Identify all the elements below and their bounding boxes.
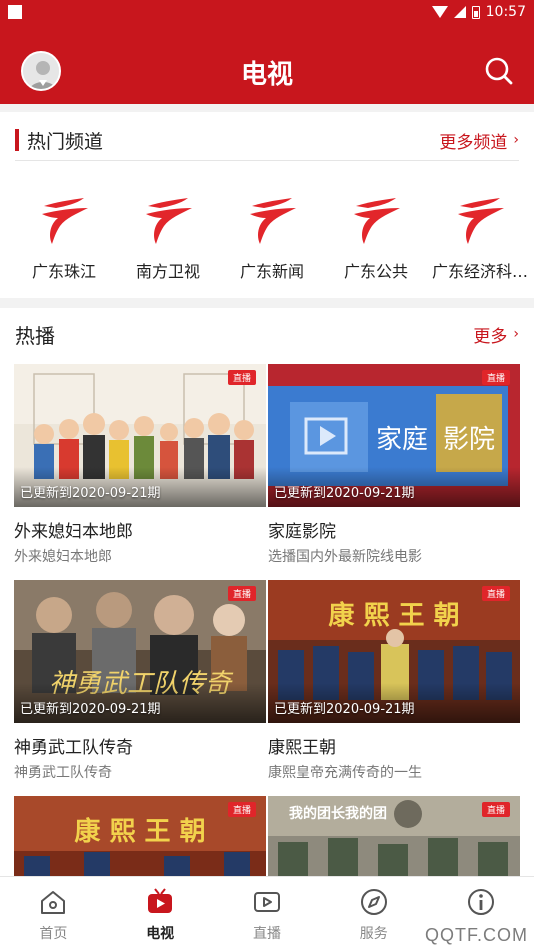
channel-name: 广东珠江 (31, 262, 96, 281)
gdtv-logo-icon (146, 198, 192, 244)
live-badge: 直播 (481, 586, 510, 601)
program-thumbnail[interactable]: 康 熙 王 朝 直播 已更新到2020-09-21期 (268, 580, 520, 723)
app-screen: 10:57 电视 热门频道 更多频道 › 广东珠江 南方卫视 广东新闻 广东公共… (0, 0, 534, 950)
divider (15, 160, 519, 161)
update-label: 已更新到2020-09-21期 (274, 486, 415, 501)
search-icon (485, 57, 513, 85)
program-thumbnail[interactable]: 直播 已更新到2020-09-21期 (14, 364, 266, 507)
program-title: 康熙王朝 (268, 738, 336, 758)
program-card[interactable]: 家庭 影院 直播 已更新到2020-09-21期 家庭影院 选播国内外最新院线电… (268, 364, 520, 566)
update-label: 已更新到2020-09-21期 (20, 486, 161, 501)
more-broadcasts-label: 更多 (473, 326, 508, 347)
nav-label: 电视 (146, 926, 175, 942)
nav-service[interactable]: 服务 (320, 877, 427, 950)
live-badge: 直播 (481, 802, 510, 817)
more-channels-label: 更多频道 (439, 132, 508, 153)
program-title: 家庭影院 (268, 522, 336, 542)
chevron-right-icon: › (513, 326, 519, 342)
program-card[interactable]: 神勇武工队传奇 直播 已更新到2020-09-21期 神勇武工队传奇 神勇武工队… (14, 580, 266, 782)
channel-item[interactable]: 广东新闻 (220, 192, 324, 282)
channel-name: 广东新闻 (239, 262, 304, 281)
channel-item[interactable]: 南方卫视 (116, 192, 220, 282)
tv-icon (148, 888, 173, 913)
hot-broadcasts-header: 热播 更多 › (15, 312, 519, 356)
section-marker (15, 129, 19, 151)
nav-home[interactable]: 首页 (0, 877, 107, 950)
program-subtitle: 选播国内外最新院线电影 (268, 549, 422, 565)
status-time: 10:57 (485, 4, 526, 20)
section-title: 热播 (15, 323, 55, 348)
channel-item[interactable]: 广东珠江 (12, 192, 116, 282)
program-thumbnail[interactable]: 神勇武工队传奇 直播 已更新到2020-09-21期 (14, 580, 266, 723)
signal-icon (453, 6, 466, 18)
app-header: 电视 (0, 24, 534, 104)
wifi-icon (431, 6, 448, 18)
search-button[interactable] (482, 54, 516, 88)
program-thumbnail[interactable]: 家庭 影院 直播 已更新到2020-09-21期 (268, 364, 520, 507)
notification-icon (8, 5, 22, 19)
live-badge: 直播 (227, 586, 256, 601)
nav-live[interactable]: 直播 (214, 877, 321, 950)
compass-icon (360, 889, 387, 915)
live-badge: 直播 (481, 370, 510, 385)
status-bar: 10:57 (0, 0, 534, 24)
nav-label: 服务 (359, 926, 388, 942)
gdtv-logo-icon (354, 198, 400, 244)
update-label: 已更新到2020-09-21期 (20, 702, 161, 717)
program-subtitle: 康熙皇帝充满传奇的一生 (268, 765, 422, 781)
thumb-text-2: 影院 (443, 425, 495, 455)
section-title: 热门频道 (27, 130, 104, 153)
program-subtitle: 外来媳妇本地郎 (14, 549, 112, 565)
hot-broadcasts-section: 热播 更多 › 直播 已更新到2020-09-21期 外来媳妇本地郎 外来媳妇本… (0, 308, 534, 939)
info-icon (467, 889, 494, 915)
channel-name: 广东经济科… (431, 262, 528, 281)
more-broadcasts-link[interactable]: 更多 › (473, 322, 519, 347)
home-icon (41, 891, 66, 914)
program-title: 外来媳妇本地郎 (14, 522, 133, 542)
gdtv-logo-icon (42, 198, 88, 244)
hot-channels-header: 热门频道 更多频道 › (15, 118, 519, 162)
thumb-title-text: 我的团长我的团 (289, 805, 387, 822)
channel-item[interactable]: 广东经济科… (428, 192, 532, 282)
live-badge: 直播 (227, 802, 256, 817)
nav-label: 直播 (252, 926, 281, 942)
gdtv-logo-icon (250, 198, 296, 244)
page-title: 电视 (240, 60, 293, 90)
channel-name: 南方卫视 (135, 262, 200, 281)
nav-tv[interactable]: 电视 (107, 877, 214, 950)
bottom-navigation: 首页 电视 直播 服务 QQTF.COM (0, 876, 534, 950)
thumb-text-1: 家庭 (376, 425, 428, 455)
program-title: 神勇武工队传奇 (14, 738, 133, 758)
update-label: 已更新到2020-09-21期 (274, 702, 415, 717)
more-channels-link[interactable]: 更多频道 › (439, 128, 519, 153)
nav-label: 首页 (39, 926, 68, 942)
channel-name: 广东公共 (343, 262, 408, 281)
thumb-title-text: 康 熙 王 朝 (74, 816, 205, 847)
live-badge: 直播 (227, 370, 256, 385)
hot-channels-section: 热门频道 更多频道 › 广东珠江 南方卫视 广东新闻 广东公共 广东经济科… (0, 112, 534, 298)
watermark: QQTF.COM (425, 925, 528, 945)
thumb-title-text: 康 熙 王 朝 (328, 600, 459, 631)
live-icon (253, 892, 280, 912)
program-card[interactable]: 直播 已更新到2020-09-21期 外来媳妇本地郎 外来媳妇本地郎 (14, 364, 266, 566)
channel-list: 广东珠江 南方卫视 广东新闻 广东公共 广东经济科… (12, 192, 534, 282)
gdtv-logo-icon (458, 198, 504, 244)
status-indicators: 10:57 (431, 2, 526, 22)
battery-icon (471, 5, 480, 19)
chevron-right-icon: › (513, 132, 519, 148)
program-subtitle: 神勇武工队传奇 (14, 765, 112, 781)
program-card[interactable]: 康 熙 王 朝 直播 已更新到2020-09-21期 康熙王朝 康熙皇帝充满传奇… (268, 580, 520, 782)
channel-item[interactable]: 广东公共 (324, 192, 428, 282)
